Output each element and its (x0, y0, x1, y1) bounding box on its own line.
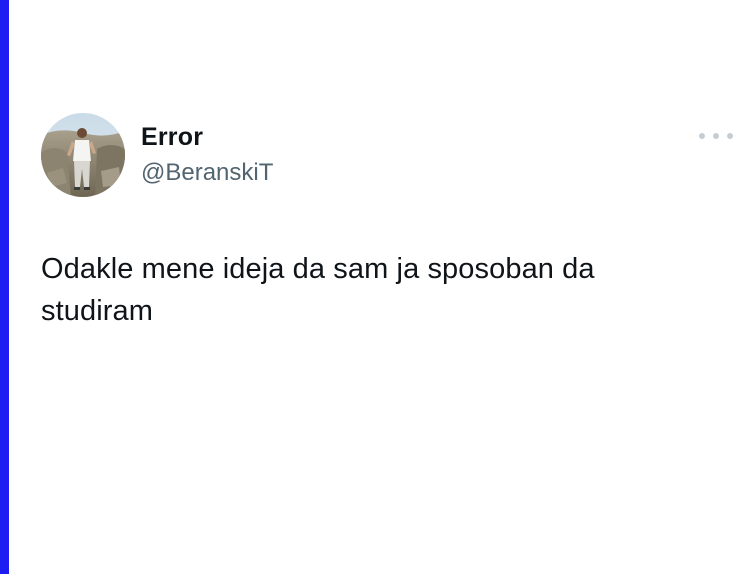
ellipsis-icon-dot (713, 133, 719, 139)
ellipsis-icon-dot (727, 133, 733, 139)
left-accent-bar (0, 0, 9, 574)
tweet-card: Error @BeranskiT Odakle mene ideja da sa… (9, 0, 749, 574)
tweet-text: Odakle mene ideja da sam ja sposoban da … (41, 253, 595, 327)
avatar-photo (41, 113, 125, 197)
user-handle[interactable]: @BeranskiT (141, 158, 273, 188)
ellipsis-icon-dot (699, 133, 705, 139)
avatar[interactable] (41, 113, 125, 197)
more-options-button[interactable] (699, 126, 733, 146)
display-name[interactable]: Error (141, 122, 203, 152)
